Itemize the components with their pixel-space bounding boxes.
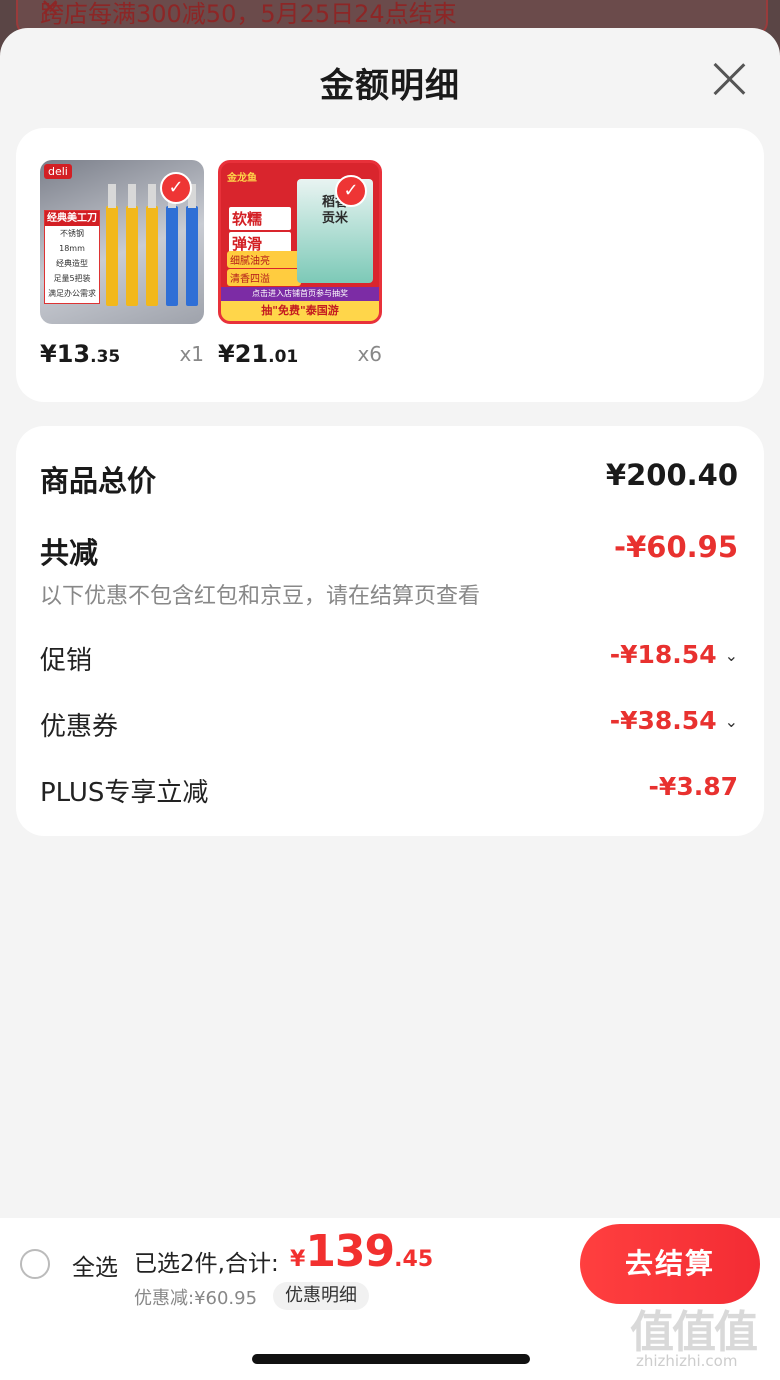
home-indicator[interactable]: [252, 1354, 530, 1364]
price-summary-card: 商品总价 ¥200.40 共减 -¥60.95 以下优惠不包含红包和京豆，请在结…: [16, 426, 764, 836]
product-image-headline: 软糯 弹滑: [229, 207, 291, 257]
product-image-tag: 清香四溢: [227, 269, 301, 286]
price-row: ¥13.35 x1: [40, 340, 204, 374]
chevron-down-icon[interactable]: ⌄: [725, 646, 738, 665]
saved-amount: 优惠减:¥60.95: [134, 1288, 258, 1309]
knife-shape: [166, 184, 178, 306]
selected-check-icon[interactable]: ✓: [160, 172, 192, 204]
plus-discount-label: PLUS专享立减: [40, 778, 209, 808]
knife-shape: [126, 184, 138, 306]
total-amount: ¥139.45: [290, 1226, 434, 1277]
rice-product-image[interactable]: 金龙鱼 软糯 弹滑 细腻油亮 清香四溢 稻香贡米 点击进入店铺首页参与抽奖 抽"…: [218, 160, 382, 324]
chevron-down-icon[interactable]: ⌄: [725, 712, 738, 731]
close-icon: ✕: [40, 0, 61, 22]
sheet-title: 金额明细: [320, 66, 460, 106]
promotion-label: 促销: [40, 646, 93, 676]
discount-label: 共减: [40, 536, 99, 570]
product-image-strip: 点击进入店铺首页参与抽奖: [221, 287, 379, 301]
product-quantity: x6: [357, 342, 382, 366]
total-price-value: ¥200.40: [605, 458, 738, 492]
product-price: ¥13.35: [40, 340, 121, 368]
knife-shape: [146, 184, 158, 306]
product-quantity: x1: [179, 342, 204, 366]
product-item[interactable]: 金龙鱼 软糯 弹滑 细腻油亮 清香四溢 稻香贡米 点击进入店铺首页参与抽奖 抽"…: [218, 160, 382, 374]
select-all-radio[interactable]: [20, 1249, 50, 1279]
brand-logo: deli: [44, 164, 72, 179]
knife-shape: [186, 184, 198, 306]
utility-knife-product-image[interactable]: deli 经典美工刀 不锈钢 18mm 经典造型 足量5把装 满足办公需求 ✓: [40, 160, 204, 324]
discount-value: -¥60.95: [614, 530, 738, 564]
knife-shape: [106, 184, 118, 306]
brand-logo: 金龙鱼: [227, 173, 257, 184]
discount-detail-button[interactable]: 优惠明细: [273, 1282, 369, 1310]
plus-discount-value: -¥3.87: [648, 772, 738, 801]
product-price: ¥21.01: [218, 340, 299, 368]
selected-count-text: 已选2件,合计:: [134, 1251, 279, 1277]
product-image-tag: 细腻油亮: [227, 251, 301, 268]
price-row: ¥21.01 x6: [218, 340, 382, 374]
home-area: [0, 1312, 780, 1380]
product-item[interactable]: deli 经典美工刀 不锈钢 18mm 经典造型 足量5把装 满足办公需求 ✓ …: [40, 160, 204, 374]
promotion-value: -¥18.54: [609, 640, 717, 669]
checkout-bar: 全选 已选2件,合计: ¥139.45 优惠减:¥60.95 优惠明细 去结算: [0, 1218, 780, 1312]
select-all-label[interactable]: 全选: [72, 1248, 118, 1282]
selected-check-icon[interactable]: ✓: [335, 175, 367, 207]
checkout-button[interactable]: 去结算: [580, 1224, 760, 1304]
product-image-strip: 抽"免费"泰国游: [221, 301, 379, 321]
amount-detail-sheet: 金额明细 deli 经典美工刀 不锈钢 18mm 经典造型 足量5把装 满足办公…: [0, 28, 780, 1380]
products-card: deli 经典美工刀 不锈钢 18mm 经典造型 足量5把装 满足办公需求 ✓ …: [16, 128, 764, 402]
product-image-label: 经典美工刀 不锈钢 18mm 经典造型 足量5把装 满足办公需求: [44, 210, 100, 304]
coupon-label: 优惠券: [40, 712, 119, 742]
coupon-value: -¥38.54: [609, 706, 717, 735]
total-price-label: 商品总价: [40, 464, 157, 498]
close-button[interactable]: [710, 60, 748, 98]
